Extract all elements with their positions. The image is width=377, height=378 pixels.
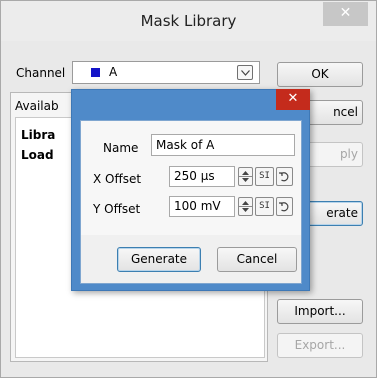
y-offset-value: 100 mV — [174, 199, 221, 213]
window-title: Mask Library — [140, 12, 237, 30]
cancel-button-label: ncel — [333, 105, 358, 119]
spin-arrows-icon — [239, 201, 252, 212]
name-input-value: Mask of A — [156, 138, 215, 152]
loaded-label: Load — [21, 148, 54, 162]
x-offset-value: 250 µs — [174, 169, 215, 183]
channel-color-swatch — [91, 68, 100, 77]
reset-icon — [279, 202, 289, 212]
title-bar: Mask Library ✕ — [1, 1, 376, 41]
apply-button-label: ply — [339, 147, 358, 161]
name-input[interactable]: Mask of A — [151, 134, 295, 156]
channel-label: Channel — [16, 66, 66, 80]
y-offset-si-button[interactable]: SI — [255, 197, 274, 216]
channel-select-value: A — [109, 65, 118, 79]
generate-mask-dialog: ✕ Name Mask of A X Offset 250 µs SI Y Of… — [71, 89, 310, 291]
dialog-cancel-button[interactable]: Cancel — [217, 247, 297, 272]
window-close-button[interactable]: ✕ — [323, 2, 368, 26]
channel-select[interactable]: A — [72, 61, 260, 84]
tab-available[interactable]: Availab — [13, 96, 59, 116]
x-offset-label: X Offset — [93, 172, 142, 186]
y-offset-input[interactable]: 100 mV — [169, 196, 235, 217]
x-offset-reset-button[interactable] — [276, 167, 293, 186]
dialog-body: Name Mask of A X Offset 250 µs SI Y Offs… — [80, 120, 302, 284]
library-label: Libra — [21, 128, 56, 142]
x-offset-input[interactable]: 250 µs — [169, 166, 235, 187]
export-button[interactable]: Export... — [277, 333, 363, 358]
import-button[interactable]: Import... — [277, 299, 363, 324]
spin-arrows-icon — [239, 171, 252, 182]
chevron-down-icon[interactable] — [237, 65, 253, 80]
dialog-fields-panel: Name Mask of A X Offset 250 µs SI Y Offs… — [81, 121, 301, 235]
dialog-generate-button[interactable]: Generate — [117, 247, 201, 272]
ok-button[interactable]: OK — [277, 62, 363, 87]
y-offset-reset-button[interactable] — [276, 197, 293, 216]
y-offset-spinner[interactable] — [238, 197, 253, 216]
library-tabs: Availab — [13, 96, 78, 116]
dialog-close-button[interactable]: ✕ — [276, 89, 310, 110]
name-label: Name — [103, 141, 139, 155]
x-offset-spinner[interactable] — [238, 167, 253, 186]
y-offset-label: Y Offset — [93, 202, 141, 216]
x-offset-si-button[interactable]: SI — [255, 167, 274, 186]
generate-button-label: erate — [326, 206, 358, 220]
reset-icon — [279, 172, 289, 182]
